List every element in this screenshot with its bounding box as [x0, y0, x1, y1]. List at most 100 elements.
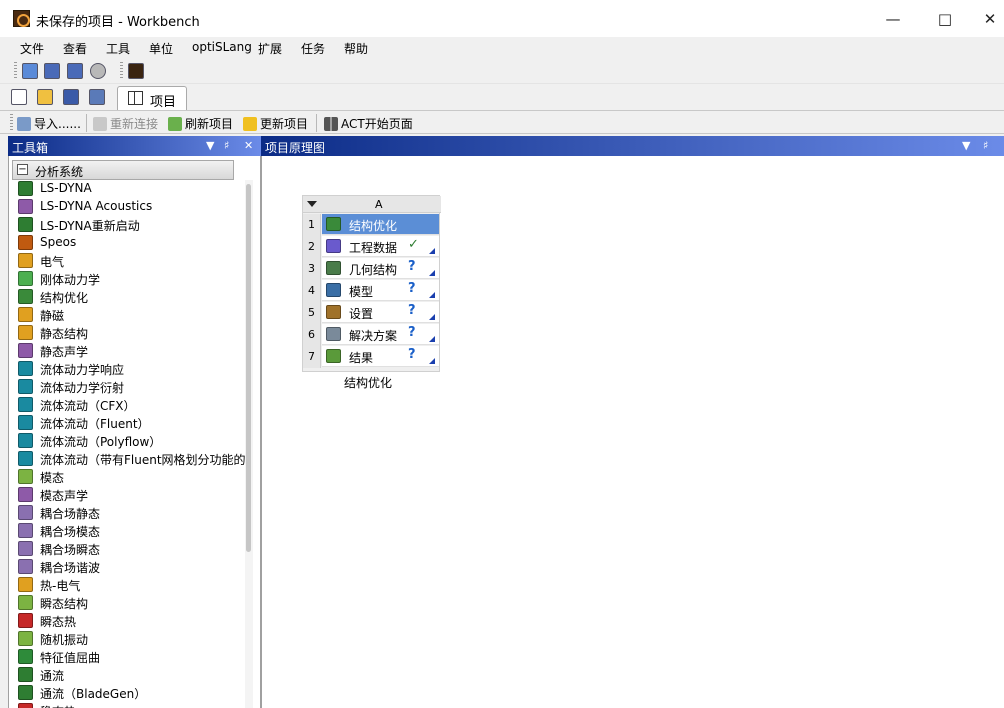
analysis-system-icon	[18, 487, 33, 502]
menu-extensions[interactable]: 扩展	[258, 40, 282, 57]
system-cell[interactable]: 结果?	[322, 346, 439, 367]
menu-jobs[interactable]: 任务	[301, 40, 325, 57]
toolbox-item[interactable]: 耦合场谐波	[9, 558, 245, 576]
toolbox-item[interactable]: 稳态热	[9, 702, 245, 708]
status-question-icon: ?	[408, 325, 416, 340]
cell-type-icon	[326, 327, 341, 341]
system-cell[interactable]: 几何结构?	[322, 258, 439, 279]
save-as-icon[interactable]	[89, 89, 105, 105]
toolbox-item[interactable]: 模态声学	[9, 486, 245, 504]
new-file-icon[interactable]	[11, 89, 27, 105]
group-analysis-systems[interactable]: − 分析系统	[12, 160, 234, 180]
chevron-down-icon[interactable]: ▼	[206, 139, 214, 152]
toolbox-item-label: 随机振动	[40, 633, 89, 647]
system-cell[interactable]: 模型?	[322, 280, 439, 301]
toolbox-item[interactable]: Speos	[9, 234, 245, 252]
toolbox-panel: − 分析系统 LS-DYNA LS-DYNA Acoustics LS-DYNA重新…	[8, 156, 261, 708]
close-icon[interactable]: ✕	[244, 139, 253, 152]
system-cell-row[interactable]: 7 结果?	[303, 346, 441, 368]
group-label: 分析系统	[35, 165, 84, 179]
toolbox-item[interactable]: 耦合场瞬态	[9, 540, 245, 558]
app-launcher-icon[interactable]	[22, 63, 38, 79]
open-folder-icon[interactable]	[37, 89, 53, 105]
system-cell[interactable]: 设置?	[322, 302, 439, 323]
minimize-icon[interactable]: —	[882, 8, 904, 30]
cell-type-icon	[326, 217, 341, 231]
toolbox-item[interactable]: 结构优化	[9, 288, 245, 306]
toolbox-item[interactable]: 静态声学	[9, 342, 245, 360]
toolbox-scrollbar[interactable]	[245, 180, 253, 708]
toolbox-item[interactable]: 瞬态热	[9, 612, 245, 630]
menu-file[interactable]: 文件	[20, 40, 44, 57]
toolbar-apps	[0, 58, 1004, 84]
menu-units[interactable]: 单位	[149, 40, 173, 57]
toolbox-item[interactable]: 流体动力学衍射	[9, 378, 245, 396]
toolbox-item[interactable]: 流体动力学响应	[9, 360, 245, 378]
menu-optislang[interactable]: optiSLang	[192, 40, 252, 54]
system-cell-row[interactable]: 2 工程数据 ✓	[303, 236, 441, 258]
workbench-app-icon[interactable]	[128, 63, 144, 79]
toolbox-item[interactable]: LS-DYNA	[9, 180, 245, 198]
toolbox-item[interactable]: 流体流动（Fluent）	[9, 414, 245, 432]
toolbox-item[interactable]: 流体流动（CFX）	[9, 396, 245, 414]
toolbox-item[interactable]: 热-电气	[9, 576, 245, 594]
act-start-page-button[interactable]: ACT开始页面	[324, 115, 413, 132]
toolbar-separator	[316, 114, 317, 132]
system-cell-row[interactable]: 5 设置?	[303, 302, 441, 324]
toolbox-item[interactable]: 流体流动（Polyflow）	[9, 432, 245, 450]
pin-icon[interactable]: ♯	[983, 139, 988, 152]
system-caption[interactable]: 结构优化	[344, 374, 392, 391]
toolbar-grip[interactable]	[120, 62, 123, 80]
close-icon[interactable]: ✕	[979, 8, 1001, 30]
toolbox-item[interactable]: 静磁	[9, 306, 245, 324]
toolbox-item[interactable]: 流体流动（带有Fluent网格划分功能的	[9, 450, 246, 468]
system-cell[interactable]: 解决方案?	[322, 324, 439, 345]
menu-help[interactable]: 帮助	[344, 40, 368, 57]
toolbar-grip[interactable]	[10, 114, 13, 132]
collapse-icon[interactable]: −	[17, 164, 28, 175]
system-cell[interactable]: 工程数据 ✓	[322, 236, 439, 257]
maximize-icon[interactable]: □	[934, 8, 956, 30]
toolbox-item[interactable]: 耦合场模态	[9, 522, 245, 540]
app-launcher-icon[interactable]	[67, 63, 83, 79]
import-button[interactable]: 导入......	[17, 115, 81, 132]
cell-label: 模型	[349, 285, 374, 299]
analysis-system-icon	[18, 307, 33, 322]
system-cell-row[interactable]: 3 几何结构?	[303, 258, 441, 280]
status-question-icon: ?	[408, 303, 416, 318]
update-project-button[interactable]: 更新项目	[243, 115, 308, 132]
toolbox-item[interactable]: 模态	[9, 468, 245, 486]
toolbox-item[interactable]: 通流	[9, 666, 245, 684]
chevron-down-icon[interactable]: ▼	[962, 139, 970, 152]
toolbox-item[interactable]: 静态结构	[9, 324, 245, 342]
menu-tools[interactable]: 工具	[106, 40, 130, 57]
refresh-project-button[interactable]: 刷新项目	[168, 115, 233, 132]
system-cell[interactable]: 结构优化	[322, 214, 439, 235]
toolbox-item[interactable]: LS-DYNA Acoustics	[9, 198, 245, 216]
cell-type-icon	[326, 349, 341, 363]
row-number: 6	[303, 324, 321, 346]
save-icon[interactable]	[63, 89, 79, 105]
toolbar-grip[interactable]	[14, 62, 17, 80]
tab-project[interactable]: 项目	[117, 86, 187, 110]
scroll-thumb[interactable]	[246, 184, 251, 552]
toolbox-item[interactable]: 通流（BladeGen）	[9, 684, 245, 702]
toolbox-item[interactable]: 随机振动	[9, 630, 245, 648]
toolbox-item[interactable]: 电气	[9, 252, 245, 270]
toolbox-item[interactable]: 耦合场静态	[9, 504, 245, 522]
system-cell-row[interactable]: 6 解决方案?	[303, 324, 441, 346]
system-block[interactable]: A 1 结构优化 2 工程数据 ✓ 3 几何结构? 4 模型? 5 设置? 6 解决方案? 7 结果?	[302, 195, 441, 372]
system-cell-row[interactable]: 1 结构优化	[303, 214, 441, 236]
toolbox-item[interactable]: 刚体动力学	[9, 270, 245, 288]
app-launcher-icon[interactable]	[44, 63, 60, 79]
workbench-logo-icon	[13, 10, 30, 27]
pin-icon[interactable]: ♯	[224, 139, 229, 152]
toolbox-item[interactable]: 特征值屈曲	[9, 648, 245, 666]
system-menu-icon[interactable]	[307, 201, 317, 207]
toolbox-item-label: 静磁	[40, 309, 65, 323]
menu-view[interactable]: 查看	[63, 40, 87, 57]
analysis-system-icon	[18, 289, 33, 304]
toolbox-item[interactable]: LS-DYNA重新启动	[9, 216, 245, 234]
toolbox-item[interactable]: 瞬态结构	[9, 594, 245, 612]
system-cell-row[interactable]: 4 模型?	[303, 280, 441, 302]
